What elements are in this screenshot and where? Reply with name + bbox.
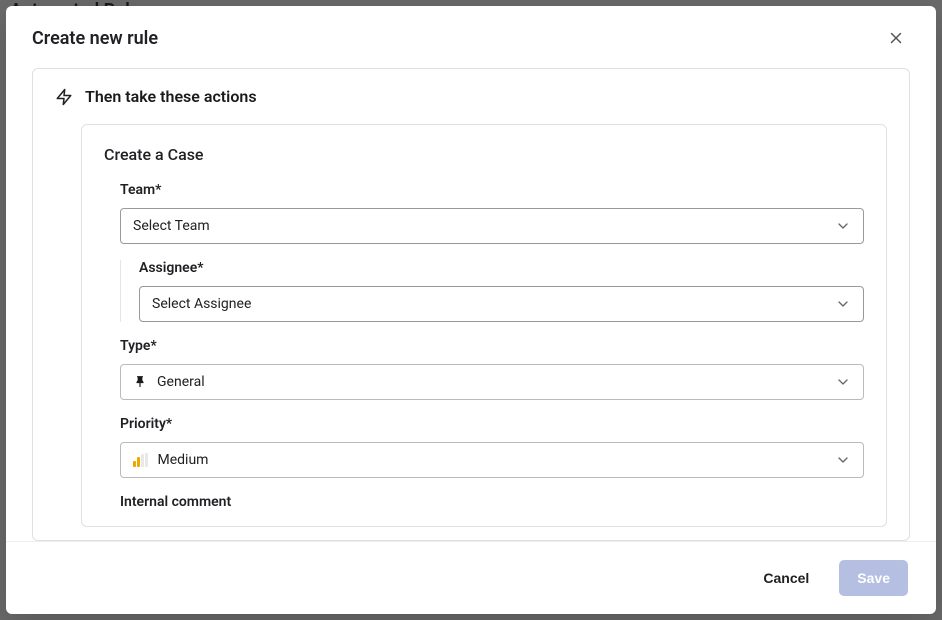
priority-select[interactable]: Medium bbox=[120, 442, 864, 478]
priority-bars-icon bbox=[133, 453, 148, 467]
chevron-down-icon bbox=[835, 452, 851, 468]
comment-label: Internal comment bbox=[120, 494, 864, 510]
section-header: Then take these actions bbox=[55, 87, 887, 106]
modal-body: Then take these actions Create a Case Te… bbox=[6, 68, 936, 541]
close-icon bbox=[887, 29, 905, 47]
chevron-down-icon bbox=[835, 374, 851, 390]
assignee-select[interactable]: Select Assignee bbox=[139, 286, 864, 322]
team-label: Team* bbox=[120, 182, 864, 198]
close-button[interactable] bbox=[884, 26, 908, 50]
pin-icon bbox=[133, 375, 147, 389]
type-select-text: General bbox=[157, 374, 205, 390]
actions-section-card: Then take these actions Create a Case Te… bbox=[32, 68, 910, 541]
chevron-down-icon bbox=[835, 296, 851, 312]
type-label: Type* bbox=[120, 338, 864, 354]
section-title: Then take these actions bbox=[85, 87, 257, 106]
chevron-down-icon bbox=[835, 218, 851, 234]
assignee-field-group: Assignee* Select Assignee bbox=[120, 260, 864, 322]
assignee-select-value: Select Assignee bbox=[152, 296, 251, 312]
bolt-icon bbox=[55, 88, 73, 106]
save-button[interactable]: Save bbox=[839, 560, 908, 596]
priority-label: Priority* bbox=[120, 416, 864, 432]
create-rule-modal: Create new rule Then take these actions … bbox=[6, 6, 936, 614]
modal-footer: Cancel Save bbox=[6, 541, 936, 614]
priority-select-text: Medium bbox=[158, 452, 209, 468]
team-field-group: Team* Select Team bbox=[104, 182, 864, 244]
comment-field-group: Internal comment bbox=[104, 494, 864, 510]
assignee-label: Assignee* bbox=[139, 260, 864, 276]
action-card-title: Create a Case bbox=[104, 145, 864, 164]
type-select-value: General bbox=[133, 374, 205, 390]
type-field-group: Type* General bbox=[104, 338, 864, 400]
create-case-card: Create a Case Team* Select Team Assignee… bbox=[81, 124, 887, 527]
cancel-button[interactable]: Cancel bbox=[745, 560, 827, 596]
type-select[interactable]: General bbox=[120, 364, 864, 400]
priority-select-value: Medium bbox=[133, 452, 208, 468]
team-select[interactable]: Select Team bbox=[120, 208, 864, 244]
priority-field-group: Priority* Medium bbox=[104, 416, 864, 478]
modal-header: Create new rule bbox=[6, 6, 936, 68]
modal-title: Create new rule bbox=[32, 28, 158, 49]
team-select-value: Select Team bbox=[133, 218, 210, 234]
